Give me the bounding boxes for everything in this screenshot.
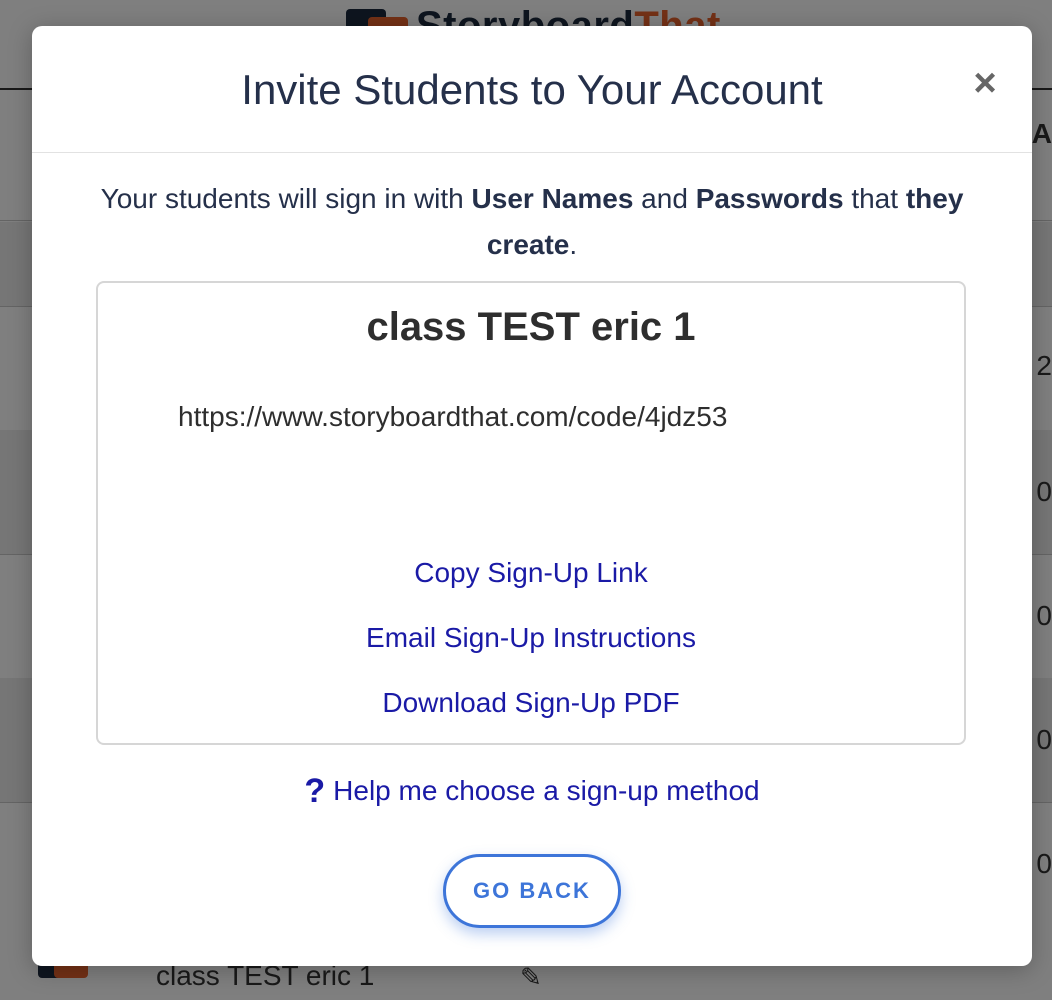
copy-signup-link[interactable]: Copy Sign-Up Link: [98, 557, 964, 589]
modal-header: Invite Students to Your Account ×: [32, 26, 1032, 153]
download-signup-pdf-link[interactable]: Download Sign-Up PDF: [98, 687, 964, 719]
intro-text: Your students will sign in with User Nam…: [100, 183, 964, 260]
question-mark-icon: ?: [304, 772, 326, 810]
signup-url[interactable]: https://www.storyboardthat.com/code/4jdz…: [178, 401, 727, 433]
close-icon[interactable]: ×: [968, 63, 1002, 103]
passwords-emphasis: Passwords: [695, 183, 844, 214]
help-label: Help me choose a sign-up method: [333, 775, 760, 806]
class-name-heading: class TEST eric 1: [366, 305, 696, 349]
user-names-emphasis: User Names: [471, 183, 634, 214]
go-back-button[interactable]: GO BACK: [443, 854, 621, 928]
signup-code-box: class TEST eric 1 https://www.storyboard…: [96, 281, 966, 745]
email-signup-instructions-link[interactable]: Email Sign-Up Instructions: [98, 622, 964, 654]
invite-students-modal: Invite Students to Your Account × Your s…: [32, 26, 1032, 966]
help-choose-method-link[interactable]: ? Help me choose a sign-up method: [32, 772, 1032, 811]
modal-title: Invite Students to Your Account: [241, 66, 823, 113]
